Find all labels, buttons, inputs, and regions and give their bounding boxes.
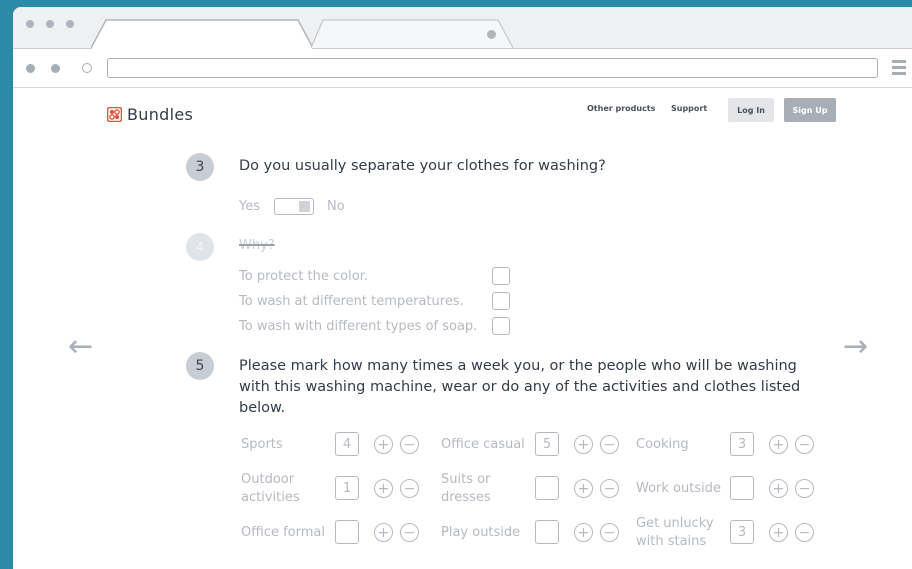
activity-count-sports[interactable]: 4 — [335, 432, 359, 456]
minus-icon[interactable]: − — [600, 479, 619, 498]
minus-icon[interactable]: − — [795, 479, 814, 498]
bundles-logo-icon — [107, 107, 122, 122]
arrow-right-icon[interactable]: → — [843, 332, 868, 362]
activity-count-outdoor-activities[interactable]: 1 — [335, 476, 359, 500]
plus-icon[interactable]: + — [769, 479, 788, 498]
arrow-left-icon[interactable]: ← — [68, 332, 93, 362]
forward-button[interactable] — [51, 64, 60, 73]
question-3-text: Do you usually separate your clothes for… — [239, 158, 606, 174]
activity-label-suits-or-dresses: Suits or dresses — [441, 472, 491, 505]
tab-inactive[interactable] — [311, 19, 516, 49]
page-content: Bundles Other products Support Log In Si… — [13, 88, 912, 569]
checkbox-different-temperatures[interactable] — [492, 292, 510, 310]
minus-icon[interactable]: − — [600, 435, 619, 454]
plus-icon[interactable]: + — [769, 435, 788, 454]
activity-label-office-formal: Office formal — [241, 525, 325, 540]
address-bar — [13, 49, 912, 88]
question-3-number: 3 — [186, 153, 214, 181]
tab-active[interactable] — [91, 19, 316, 49]
plus-icon[interactable]: + — [374, 435, 393, 454]
activity-count-office-casual[interactable]: 5 — [535, 432, 559, 456]
checkbox-different-soap[interactable] — [492, 317, 510, 335]
reload-button[interactable] — [82, 63, 92, 73]
plus-icon[interactable]: + — [574, 435, 593, 454]
activity-count-suits-or-dresses[interactable] — [535, 476, 559, 500]
window-close-dot[interactable] — [26, 20, 34, 28]
question-4-text: Why? — [239, 238, 275, 253]
nav-support[interactable]: Support — [671, 104, 707, 113]
signup-button[interactable]: Sign Up — [784, 98, 836, 122]
question-4-number: 4 — [186, 233, 214, 261]
activity-count-cooking[interactable]: 3 — [730, 432, 754, 456]
nav-other-products[interactable]: Other products — [587, 104, 655, 113]
brand-name: Bundles — [127, 105, 194, 124]
plus-icon[interactable]: + — [769, 523, 788, 542]
activity-label-sports: Sports — [241, 437, 283, 452]
window-minimize-dot[interactable] — [46, 20, 54, 28]
minus-icon[interactable]: − — [400, 479, 419, 498]
option-different-temperatures: To wash at different temperatures. — [239, 294, 464, 309]
no-label: No — [327, 199, 345, 214]
url-input[interactable] — [107, 58, 878, 78]
plus-icon[interactable]: + — [374, 479, 393, 498]
yes-label: Yes — [239, 199, 260, 214]
browser-window: Bundles Other products Support Log In Si… — [13, 7, 912, 569]
plus-icon[interactable]: + — [574, 523, 593, 542]
back-button[interactable] — [26, 64, 35, 73]
activity-count-work-outside[interactable] — [730, 476, 754, 500]
plus-icon[interactable]: + — [574, 479, 593, 498]
activity-count-get-unlucky-with-stains[interactable]: 3 — [730, 520, 754, 544]
login-button[interactable]: Log In — [728, 98, 774, 122]
activity-label-get-unlucky-with-stains: Get unlucky with stains — [636, 516, 714, 549]
activity-count-office-formal[interactable] — [335, 520, 359, 544]
minus-icon[interactable]: − — [795, 435, 814, 454]
window-maximize-dot[interactable] — [66, 20, 74, 28]
menu-icon[interactable] — [892, 60, 906, 63]
activity-label-outdoor-activities: Outdoor activities — [241, 472, 300, 505]
plus-icon[interactable]: + — [374, 523, 393, 542]
yes-no-toggle[interactable] — [274, 198, 314, 215]
brand-logo[interactable]: Bundles — [107, 105, 193, 124]
minus-icon[interactable]: − — [400, 435, 419, 454]
activity-label-office-casual: Office casual — [441, 437, 525, 452]
activity-label-work-outside: Work outside — [636, 481, 721, 496]
checkbox-protect-color[interactable] — [492, 267, 510, 285]
tab-bar — [13, 7, 912, 49]
question-5-number: 5 — [186, 352, 214, 380]
minus-icon[interactable]: − — [795, 523, 814, 542]
option-different-soap: To wash with different types of soap. — [239, 319, 478, 334]
question-5-text: Please mark how many times a week you, o… — [239, 358, 801, 416]
activity-count-play-outside[interactable] — [535, 520, 559, 544]
activity-label-play-outside: Play outside — [441, 525, 521, 540]
minus-icon[interactable]: − — [400, 523, 419, 542]
activity-label-cooking: Cooking — [636, 437, 689, 452]
tab-close-dot[interactable] — [487, 30, 496, 39]
option-protect-color: To protect the color. — [239, 269, 368, 284]
minus-icon[interactable]: − — [600, 523, 619, 542]
